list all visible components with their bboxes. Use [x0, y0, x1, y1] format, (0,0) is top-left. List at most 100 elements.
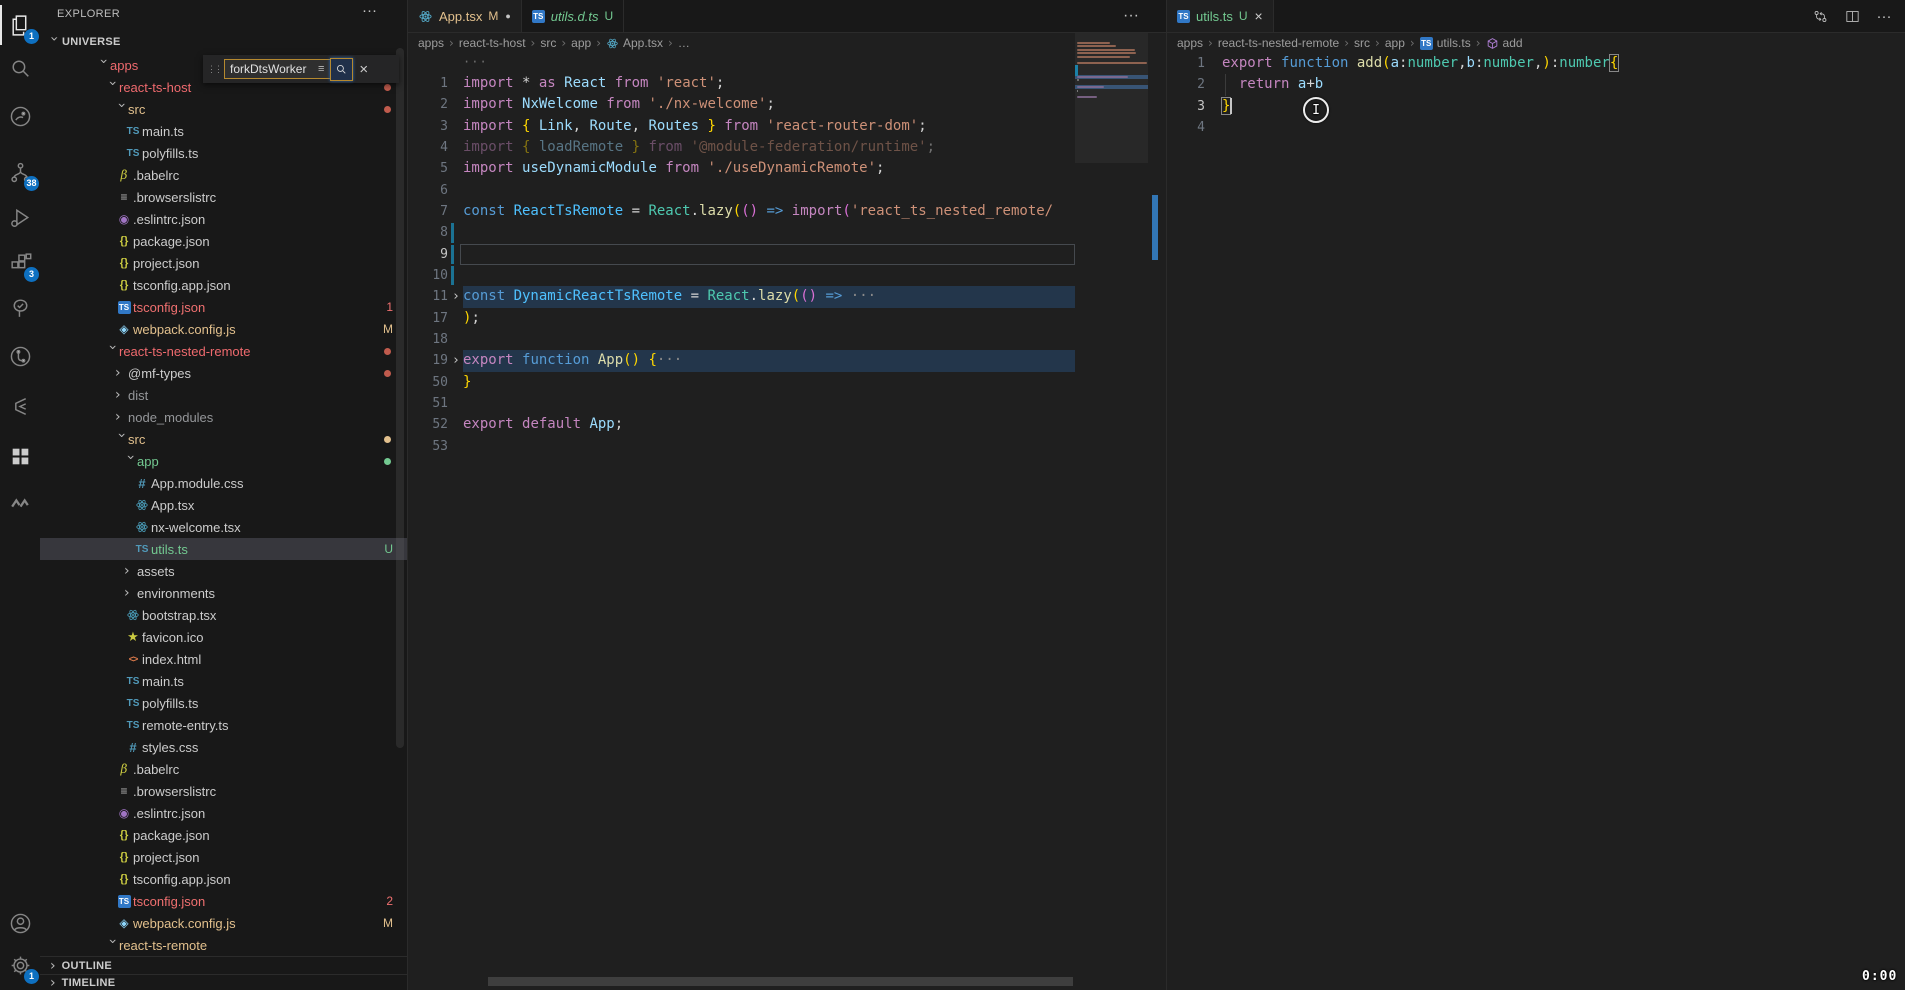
tree-item-index.html[interactable]: <>index.html [40, 648, 407, 670]
code-line-50[interactable]: 50} [408, 372, 1075, 393]
breadcrumb-item-apps[interactable]: apps [418, 36, 444, 50]
tree-item-react-ts-remote[interactable]: ›react-ts-remote [40, 934, 407, 956]
code-line-5[interactable]: 5import useDynamicModule from './useDyna… [408, 158, 1075, 179]
activity-bar-item-waves[interactable] [0, 482, 40, 522]
split-editor-icon[interactable] [1841, 5, 1863, 27]
breadcrumb-item-apps[interactable]: apps [1177, 36, 1203, 50]
minimap[interactable] [1075, 33, 1148, 333]
tree-item-styles.css[interactable]: #styles.css [40, 736, 407, 758]
horizontal-scrollbar[interactable] [488, 977, 1073, 986]
code-line-51[interactable]: 51 [408, 393, 1075, 414]
breadcrumb-item-…[interactable]: … [678, 36, 690, 50]
code-line-7[interactable]: 7const ReactTsRemote = React.lazy(() => … [408, 201, 1075, 222]
tree-item-App.tsx[interactable]: App.tsx [40, 494, 407, 516]
activity-bar-item-source-control[interactable]: 38 [0, 152, 40, 192]
fold-chevron-icon[interactable]: › [452, 350, 460, 371]
tree-item-package.json[interactable]: {}package.json [40, 230, 407, 252]
filter-search-button[interactable] [330, 58, 353, 81]
tree-item-polyfills.ts[interactable]: TSpolyfills.ts [40, 142, 407, 164]
tree-item-tsconfig.json[interactable]: TStsconfig.json1 [40, 296, 407, 318]
breadcrumb-item-react-ts-nested-remote[interactable]: react-ts-nested-remote [1218, 36, 1339, 50]
activity-bar-item-git-graph[interactable] [0, 336, 40, 376]
code-line-1[interactable]: 1import * as React from 'react'; [408, 73, 1075, 94]
tree-item-src[interactable]: ›src [40, 98, 407, 120]
tree-item-tsconfig.app.json[interactable]: {}tsconfig.app.json [40, 868, 407, 890]
tree-item-.babelrc[interactable]: β.babelrc [40, 758, 407, 780]
tree-item-react-ts-nested-remote[interactable]: ›react-ts-nested-remote [40, 340, 407, 362]
tab-App.tsx[interactable]: App.tsxM● [408, 0, 522, 32]
code-line-1[interactable]: 1export function add(a:number,b:number,)… [1167, 53, 1905, 74]
outline-section[interactable]: › OUTLINE [40, 956, 407, 974]
activity-bar-item-accounts[interactable] [0, 903, 40, 943]
code-line-4[interactable]: 4 [1167, 117, 1905, 138]
tree-item-utils.ts[interactable]: TSutils.tsU [40, 538, 407, 560]
breadcrumb-item-utils.ts[interactable]: TSutils.ts [1420, 36, 1471, 50]
collapsed-region-dots[interactable]: ··· [463, 55, 488, 69]
code-line-17[interactable]: 17); [408, 308, 1075, 329]
activity-bar-item-nx-console[interactable] [0, 96, 40, 136]
activity-bar-item-explorer[interactable]: 1 [0, 5, 40, 45]
code-line-53[interactable]: 53 [408, 436, 1075, 457]
activity-bar-item-settings[interactable]: 1 [0, 945, 40, 985]
tree-item-webpack.config.js[interactable]: ◈webpack.config.jsM [40, 318, 407, 340]
breadcrumb-item-src[interactable]: src [540, 36, 556, 50]
fold-chevron-icon[interactable]: › [452, 286, 460, 307]
tree-item-tsconfig.json[interactable]: TStsconfig.json2 [40, 890, 407, 912]
tree-item-.browserslistrc[interactable]: ≡.browserslistrc [40, 186, 407, 208]
close-icon[interactable]: × [1255, 8, 1263, 24]
code-line-11[interactable]: 11›const DynamicReactTsRemote = React.la… [408, 286, 1075, 307]
code-line-4[interactable]: 4import { loadRemote } from '@module-fed… [408, 137, 1075, 158]
tree-filter-input[interactable] [224, 59, 332, 79]
tree-item-project.json[interactable]: {}project.json [40, 252, 407, 274]
tree-item-src[interactable]: ›src [40, 428, 407, 450]
compare-changes-icon[interactable] [1809, 5, 1831, 27]
code-line-3[interactable]: 3} [1167, 96, 1905, 117]
code-line-9[interactable]: 9 [408, 244, 1075, 265]
tab-utils.d.ts[interactable]: TSutils.d.tsU [522, 0, 624, 32]
code-editor-utils-ts[interactable]: 1export function add(a:number,b:number,)… [1167, 53, 1905, 990]
tree-item-bootstrap.tsx[interactable]: bootstrap.tsx [40, 604, 407, 626]
tree-item-@mf-types[interactable]: ›@mf-types [40, 362, 407, 384]
breadcrumb-item-react-ts-host[interactable]: react-ts-host [459, 36, 526, 50]
tree-item-.eslintrc.json[interactable]: ◉.eslintrc.json [40, 802, 407, 824]
close-icon[interactable]: × [359, 61, 368, 78]
code-line-2[interactable]: 2import NxWelcome from './nx-welcome'; [408, 94, 1075, 115]
tree-item-nx-welcome.tsx[interactable]: nx-welcome.tsx [40, 516, 407, 538]
tree-item-environments[interactable]: ›environments [40, 582, 407, 604]
tree-item-assets[interactable]: ›assets [40, 560, 407, 582]
activity-bar-item-search[interactable] [0, 48, 40, 88]
activity-bar-item-kubernetes[interactable] [0, 386, 40, 426]
tree-item-favicon.ico[interactable]: ★favicon.ico [40, 626, 407, 648]
tree-item-main.ts[interactable]: TSmain.ts [40, 120, 407, 142]
code-editor-app-tsx[interactable]: ··· 1import * as React from 'react';2impo… [408, 53, 1166, 990]
activity-bar-item-grid-view[interactable] [0, 436, 40, 476]
tree-item-remote-entry.ts[interactable]: TSremote-entry.ts [40, 714, 407, 736]
dirty-indicator-icon[interactable]: ● [505, 11, 510, 21]
code-line-10[interactable]: 10 [408, 265, 1075, 286]
breadcrumb-item-src[interactable]: src [1354, 36, 1370, 50]
tree-item-project.json[interactable]: {}project.json [40, 846, 407, 868]
drag-handle-icon[interactable]: ⋮⋮ [207, 64, 221, 75]
tree-item-polyfills.ts[interactable]: TSpolyfills.ts [40, 692, 407, 714]
tree-item-.babelrc[interactable]: β.babelrc [40, 164, 407, 186]
more-icon[interactable]: ··· [1873, 5, 1895, 27]
breadcrumb-item-app[interactable]: app [571, 36, 591, 50]
timeline-section[interactable]: › TIMELINE [40, 974, 407, 990]
more-actions-icon[interactable]: ··· [1120, 5, 1142, 27]
code-line-6[interactable]: 6 [408, 180, 1075, 201]
code-line-3[interactable]: 3import { Link, Route, Routes } from 're… [408, 116, 1075, 137]
tree-item-main.ts[interactable]: TSmain.ts [40, 670, 407, 692]
tree-item-node_modules[interactable]: ›node_modules [40, 406, 407, 428]
activity-bar-item-run-and-debug[interactable] [0, 197, 40, 237]
tree-item-app[interactable]: ›app [40, 450, 407, 472]
tree-item-dist[interactable]: ›dist [40, 384, 407, 406]
breadcrumb-item-add[interactable]: add [1486, 36, 1523, 50]
breadcrumb-item-App.tsx[interactable]: App.tsx [606, 36, 663, 50]
tree-item-package.json[interactable]: {}package.json [40, 824, 407, 846]
activity-bar-item-extensions[interactable]: 3 [0, 243, 40, 283]
tree-item-.eslintrc.json[interactable]: ◉.eslintrc.json [40, 208, 407, 230]
code-line-2[interactable]: 2 return a+b [1167, 74, 1905, 95]
code-line-8[interactable]: 8 [408, 222, 1075, 243]
code-line-19[interactable]: 19›export function App() {··· [408, 350, 1075, 371]
breadcrumb-item-app[interactable]: app [1385, 36, 1405, 50]
